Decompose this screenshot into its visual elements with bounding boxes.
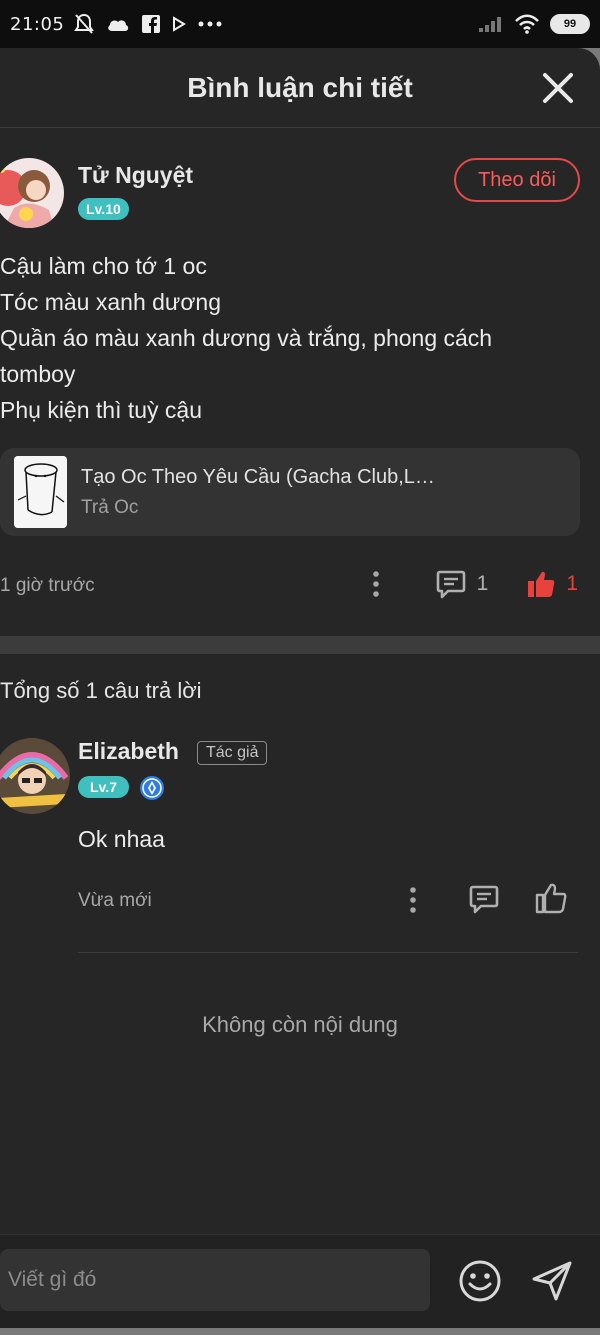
main-comment: Tử Nguyệt Lv.10 Theo dõi Cậu làm cho tớ … xyxy=(0,128,600,636)
avatar[interactable] xyxy=(0,158,64,228)
replies-total: Tổng số 1 câu trả lời xyxy=(0,678,202,703)
comment-author-row: Tử Nguyệt Lv.10 Theo dõi xyxy=(0,158,600,228)
thumbs-up-icon[interactable] xyxy=(534,881,568,915)
linked-post-card[interactable]: Tạo Oc Theo Yêu Cầu (Gacha Club,L… Trả O… xyxy=(0,448,580,536)
linked-post-title: Tạo Oc Theo Yêu Cầu (Gacha Club,L… xyxy=(81,465,435,488)
comment-icon[interactable] xyxy=(468,883,500,915)
comment-line: Cậu làm cho tớ 1 oc xyxy=(0,253,207,279)
comment-timestamp: 1 giờ trước xyxy=(0,575,95,596)
level-badge: Lv.7 xyxy=(78,776,129,798)
comment-author-name[interactable]: Tử Nguyệt xyxy=(78,162,193,189)
comment-meta: 1 giờ trước 1 1 xyxy=(0,536,600,636)
facebook-icon xyxy=(142,15,161,33)
comment-line: Quần áo màu xanh dương và trắng, phong c… xyxy=(0,325,493,351)
battery-indicator: 99 xyxy=(550,14,590,34)
comment-body: Cậu làm cho tớ 1 oc Tóc màu xanh dương Q… xyxy=(0,228,600,428)
comment-line: tomboy xyxy=(0,361,76,387)
comment-line: Tóc màu xanh dương xyxy=(0,289,221,315)
wifi-icon xyxy=(515,14,539,34)
close-icon[interactable] xyxy=(542,72,574,104)
sheet-header: Bình luận chi tiết xyxy=(0,48,600,128)
comment-actions: 1 1 xyxy=(371,568,578,600)
thumbs-up-icon xyxy=(528,571,555,597)
reply-item: Elizabeth Tác giả Lv.7 Ok nhaa Vừa mới xyxy=(0,738,600,954)
more-vertical-icon[interactable] xyxy=(371,570,381,598)
like-count: 1 xyxy=(566,572,578,595)
comment-detail-sheet: Bình luận chi tiết Tử Nguyệt Lv.10 Theo … xyxy=(0,48,600,1328)
play-icon xyxy=(173,16,187,32)
section-divider xyxy=(0,636,600,654)
comment-line: Phụ kiện thì tuỳ cậu xyxy=(0,397,203,423)
comment-input[interactable] xyxy=(0,1249,430,1311)
comment-icon xyxy=(436,570,465,599)
reply-author-name[interactable]: Elizabeth xyxy=(78,738,179,765)
signal-icon xyxy=(479,17,501,32)
end-of-list-label: Không còn nội dung xyxy=(202,1012,398,1037)
linked-post-thumbnail xyxy=(14,456,67,528)
reply-count: 1 xyxy=(476,572,489,595)
status-icons-right: 99 xyxy=(478,14,590,34)
author-tag: Tác giả xyxy=(197,741,268,765)
avatar-image xyxy=(0,738,70,814)
verified-badge-icon xyxy=(140,776,164,800)
replies-section: Tổng số 1 câu trả lời Elizabeth Tác giả … xyxy=(0,654,600,1038)
reply-button[interactable]: 1 xyxy=(435,568,489,600)
reply-timestamp: Vừa mới xyxy=(78,890,152,911)
reply-meta: Vừa mới xyxy=(78,878,578,918)
status-time: 21:05 xyxy=(10,13,65,35)
bell-off-icon xyxy=(74,13,95,34)
smiley-icon[interactable] xyxy=(458,1259,502,1303)
reply-text: Ok nhaa xyxy=(78,826,165,852)
avatar-image xyxy=(0,158,64,228)
follow-button[interactable]: Theo dõi xyxy=(454,158,580,202)
reply-separator xyxy=(78,952,578,953)
sketch-thumbnail-image xyxy=(14,456,67,528)
more-vertical-icon[interactable] xyxy=(408,886,418,914)
like-button[interactable]: 1 xyxy=(526,569,578,599)
linked-post-text: Tạo Oc Theo Yêu Cầu (Gacha Club,L… Trả O… xyxy=(81,466,435,519)
level-badge: Lv.10 xyxy=(78,198,129,220)
status-bar: 21:05 99 xyxy=(0,0,600,48)
cloud-icon xyxy=(108,20,129,31)
page-title: Bình luận chi tiết xyxy=(187,71,413,103)
linked-post-subtitle: Trả Oc xyxy=(81,496,139,518)
comment-composer xyxy=(0,1234,600,1328)
more-horizontal-icon xyxy=(198,21,222,27)
send-icon[interactable] xyxy=(530,1259,574,1303)
avatar[interactable] xyxy=(0,738,70,814)
status-icons-left xyxy=(74,13,222,35)
